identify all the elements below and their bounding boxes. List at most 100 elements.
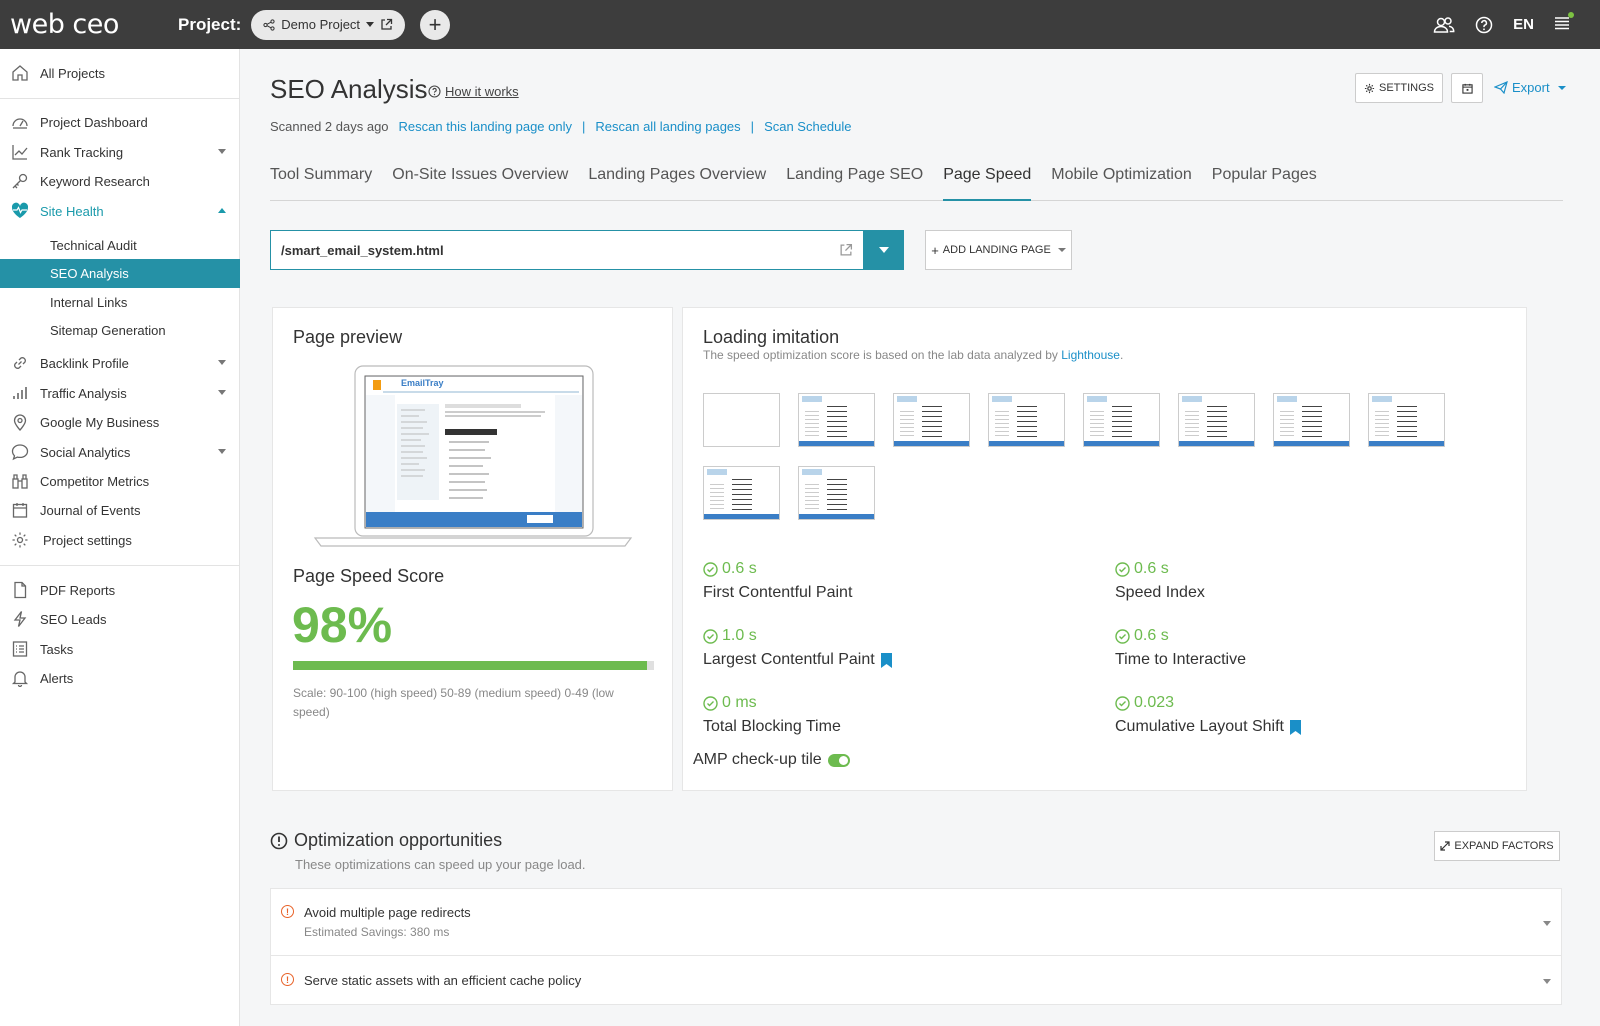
main-content: SEO Analysis How it works Scanned 2 days… xyxy=(241,49,1600,1026)
sidebar-item-google-my-business[interactable]: Google My Business xyxy=(0,408,240,436)
add-landing-page-button[interactable]: + ADD LANDING PAGE xyxy=(925,230,1072,270)
lighthouse-link[interactable]: Lighthouse xyxy=(1061,348,1120,362)
loading-frame[interactable] xyxy=(798,466,875,520)
sidebar-item-keyword-research[interactable]: Keyword Research xyxy=(0,167,240,195)
tab-mobile-optimization[interactable]: Mobile Optimization xyxy=(1051,164,1192,201)
metric-name: Total Blocking Time xyxy=(703,718,841,735)
sidebar-item-label: Backlink Profile xyxy=(40,355,129,371)
calendar-icon xyxy=(10,500,30,520)
sidebar-item-label: Alerts xyxy=(40,670,74,686)
chevron-down-icon xyxy=(366,22,375,27)
opportunity-row[interactable]: ! Serve static assets with an efficient … xyxy=(270,955,1562,1005)
sidebar-subitem-seo-analysis[interactable]: SEO Analysis xyxy=(0,259,240,288)
metric-time-to-interactive: 0.6 s Time to Interactive xyxy=(1115,627,1246,669)
bookmark-icon[interactable] xyxy=(880,652,892,668)
help-icon[interactable] xyxy=(1475,16,1493,34)
divider xyxy=(0,565,240,566)
export-dropdown[interactable]: Export xyxy=(1494,80,1566,95)
bell-icon xyxy=(10,668,30,688)
metric-name: Largest Contentful Paint xyxy=(703,651,875,668)
sidebar-item-all-projects[interactable]: All Projects xyxy=(0,59,240,87)
sidebar-item-project-dashboard[interactable]: Project Dashboard xyxy=(0,108,240,136)
tab-landing-pages-overview[interactable]: Landing Pages Overview xyxy=(588,164,766,201)
tab-popular-pages[interactable]: Popular Pages xyxy=(1212,164,1317,201)
sidebar-subitem-internal-links[interactable]: Internal Links xyxy=(0,288,240,317)
chevron-down-icon xyxy=(1057,248,1066,252)
sidebar-item-label: Google My Business xyxy=(40,414,160,430)
landing-page-url-input[interactable]: /smart_email_system.html xyxy=(270,230,864,270)
check-circle-icon xyxy=(1115,561,1130,577)
project-label: Project: xyxy=(178,14,242,34)
sidebar-item-seo-leads[interactable]: SEO Leads xyxy=(0,605,240,633)
loading-frame[interactable] xyxy=(798,393,875,447)
tab-page-speed[interactable]: Page Speed xyxy=(943,164,1032,201)
sidebar-item-project-settings[interactable]: Project settings xyxy=(0,526,240,554)
sidebar-subitem-sitemap-generation[interactable]: Sitemap Generation xyxy=(0,316,240,345)
settings-button[interactable]: SETTINGS xyxy=(1355,73,1443,103)
heart-icon xyxy=(10,201,30,221)
metric-first-contentful-paint: 0.6 s First Contentful Paint xyxy=(703,560,852,602)
chat-icon xyxy=(10,442,30,462)
exclamation-circle-icon xyxy=(270,832,288,849)
webceo-logo[interactable]: web ceo xyxy=(10,9,155,40)
language-selector[interactable]: EN xyxy=(1513,16,1534,33)
sidebar-item-rank-tracking[interactable]: Rank Tracking xyxy=(0,138,240,166)
sidebar-item-tasks[interactable]: Tasks xyxy=(0,635,240,663)
opportunity-name: Serve static assets with an efficient ca… xyxy=(304,973,582,988)
metric-total-blocking-time: 0 ms Total Blocking Time xyxy=(703,694,841,736)
loading-frame[interactable] xyxy=(1368,393,1445,447)
calendar-button[interactable] xyxy=(1451,73,1483,103)
loading-frame[interactable] xyxy=(703,393,780,447)
export-label: Export xyxy=(1512,80,1550,95)
chevron-down-icon xyxy=(218,360,226,365)
bookmark-icon[interactable] xyxy=(1289,719,1301,735)
sidebar-item-journal-of-events[interactable]: Journal of Events xyxy=(0,496,240,524)
sidebar-item-site-health[interactable]: Site Health xyxy=(0,197,240,225)
expand-factors-button[interactable]: EXPAND FACTORS xyxy=(1434,831,1560,861)
loading-frame[interactable] xyxy=(893,393,970,447)
chart-icon xyxy=(10,142,30,162)
metric-value: 1.0 s xyxy=(722,627,757,644)
scan-schedule-link[interactable]: Scan Schedule xyxy=(764,119,851,134)
loading-frame[interactable] xyxy=(703,466,780,520)
add-project-button[interactable]: + xyxy=(420,9,451,40)
gear-icon xyxy=(1364,83,1375,93)
tab-on-site-issues-overview[interactable]: On-Site Issues Overview xyxy=(392,164,568,201)
loading-frame[interactable] xyxy=(1083,393,1160,447)
gear-icon xyxy=(10,530,30,550)
warning-icon: ! xyxy=(281,973,294,986)
sidebar-item-pdf-reports[interactable]: PDF Reports xyxy=(0,576,240,604)
optimization-opportunities-label: Optimization opportunities xyxy=(294,830,503,850)
menu-button[interactable] xyxy=(1554,12,1574,34)
amp-checkup-toggle[interactable] xyxy=(827,753,850,767)
rescan-all-link[interactable]: Rescan all landing pages xyxy=(595,119,740,134)
check-circle-icon xyxy=(703,695,718,711)
loading-frame[interactable] xyxy=(1273,393,1350,447)
metric-cumulative-layout-shift: 0.023 Cumulative Layout Shift xyxy=(1115,694,1301,736)
sidebar-item-label: Rank Tracking xyxy=(40,144,124,160)
project-selector[interactable]: Demo Project xyxy=(251,9,406,40)
opportunity-row[interactable]: ! Avoid multiple page redirects Estimate… xyxy=(270,888,1562,956)
rescan-page-link[interactable]: Rescan this landing page only xyxy=(399,119,572,134)
external-link-icon[interactable] xyxy=(380,18,393,31)
loading-frame[interactable] xyxy=(988,393,1065,447)
check-circle-icon xyxy=(703,561,718,577)
external-link-icon[interactable] xyxy=(839,243,853,257)
tab-landing-page-seo[interactable]: Landing Page SEO xyxy=(786,164,923,201)
key-icon xyxy=(10,171,30,191)
how-it-works-link[interactable]: How it works xyxy=(428,84,519,99)
sidebar-subitem-technical-audit[interactable]: Technical Audit xyxy=(0,231,240,260)
sidebar-item-alerts[interactable]: Alerts xyxy=(0,664,240,692)
tab-tool-summary[interactable]: Tool Summary xyxy=(270,164,372,201)
sidebar-item-competitor-metrics[interactable]: Competitor Metrics xyxy=(0,467,240,495)
sidebar-item-traffic-analysis[interactable]: Traffic Analysis xyxy=(0,379,240,407)
tasks-icon xyxy=(10,639,30,659)
metric-name: Time to Interactive xyxy=(1115,651,1247,668)
sidebar-item-social-analytics[interactable]: Social Analytics xyxy=(0,438,240,466)
users-icon[interactable] xyxy=(1433,16,1455,34)
landing-page-dropdown-button[interactable] xyxy=(864,230,904,270)
optimization-opportunities-subtitle: These optimizations can speed up your pa… xyxy=(295,857,586,872)
metric-value: 0.6 s xyxy=(1134,560,1169,577)
sidebar-item-backlink-profile[interactable]: Backlink Profile xyxy=(0,349,240,377)
loading-frame[interactable] xyxy=(1178,393,1255,447)
